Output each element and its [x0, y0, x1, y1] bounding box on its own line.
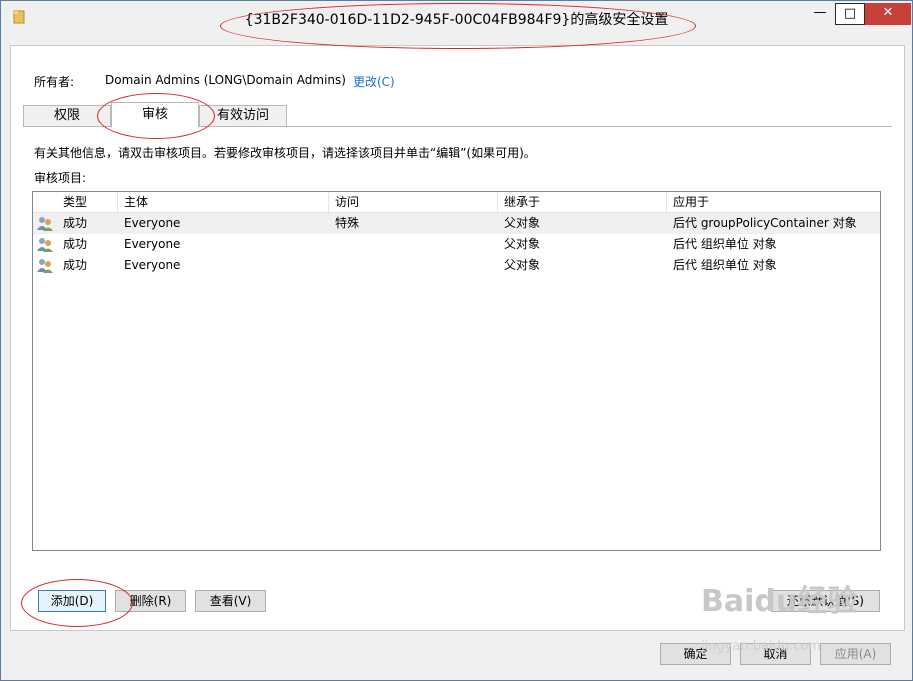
- cell-type: 成功: [63, 237, 88, 251]
- owner-value: Domain Admins (LONG\Domain Admins): [105, 73, 346, 87]
- add-button[interactable]: 添加(D): [38, 590, 106, 612]
- minimize-button[interactable]: —: [805, 3, 835, 25]
- users-icon: [37, 217, 53, 231]
- cell-type: 成功: [63, 258, 88, 272]
- table-row[interactable]: 成功 Everyone 父对象 后代 组织单位 对象: [33, 255, 880, 276]
- view-button[interactable]: 查看(V): [195, 590, 266, 612]
- column-header-applies-to[interactable]: 应用于: [667, 192, 880, 212]
- close-button[interactable]: ✕: [865, 3, 911, 25]
- remove-button[interactable]: 删除(R): [115, 590, 186, 612]
- column-header-access[interactable]: 访问: [329, 192, 498, 212]
- cell-applies-to: 后代 组织单位 对象: [673, 237, 777, 251]
- security-settings-window: {31B2F340-016D-11D2-945F-00C04FB984F9}的高…: [0, 0, 913, 681]
- cell-principal: Everyone: [124, 216, 181, 230]
- tab-effective-access[interactable]: 有效访问: [199, 105, 287, 127]
- cell-inherited-from: 父对象: [504, 258, 541, 272]
- audit-entries-label: 审核项目:: [34, 171, 87, 185]
- users-icon: [37, 238, 53, 252]
- cell-applies-to: 后代 groupPolicyContainer 对象: [673, 216, 857, 230]
- baidu-watermark-url: jingyan.baidu.com: [701, 639, 821, 654]
- audit-info-text: 有关其他信息，请双击审核项目。若要修改审核项目，请选择该项目并单击“编辑”(如果…: [34, 146, 536, 160]
- close-icon: ✕: [882, 5, 894, 20]
- maximize-icon: □: [843, 6, 857, 21]
- column-header-type[interactable]: 类型: [57, 192, 118, 212]
- cell-access: [329, 255, 498, 276]
- cell-inherited-from: 父对象: [504, 216, 541, 230]
- table-row[interactable]: 成功 Everyone 父对象 后代 组织单位 对象: [33, 234, 880, 255]
- cell-inherited-from: 父对象: [504, 237, 541, 251]
- window-title: {31B2F340-016D-11D2-945F-00C04FB984F9}的高…: [244, 12, 669, 28]
- column-header-inherited-from[interactable]: 继承于: [498, 192, 667, 212]
- maximize-button[interactable]: □: [835, 3, 865, 25]
- minimize-icon: —: [813, 5, 827, 20]
- apply-button[interactable]: 应用(A): [820, 643, 891, 665]
- column-header-principal[interactable]: 主体: [118, 192, 329, 212]
- cell-principal: Everyone: [124, 237, 181, 251]
- cell-access: 特殊: [335, 216, 360, 230]
- table-row[interactable]: 成功 Everyone 特殊 父对象 后代 groupPolicyContain…: [33, 213, 880, 234]
- cell-applies-to: 后代 组织单位 对象: [673, 258, 777, 272]
- cell-access: [329, 234, 498, 255]
- cell-type: 成功: [63, 216, 88, 230]
- tab-permissions[interactable]: 权限: [23, 105, 111, 127]
- owner-label: 所有者:: [34, 75, 75, 89]
- cell-principal: Everyone: [124, 258, 181, 272]
- title-bar[interactable]: {31B2F340-016D-11D2-945F-00C04FB984F9}的高…: [1, 1, 912, 35]
- users-icon: [37, 259, 53, 273]
- audit-entries-table[interactable]: 类型 主体 访问 继承于 应用于 成功 Everyone 特殊 父对象 后代 g…: [32, 191, 881, 551]
- baidu-watermark-logo: Baidu经验: [701, 584, 858, 619]
- table-header: 类型 主体 访问 继承于 应用于: [33, 192, 880, 213]
- change-owner-link[interactable]: 更改(C): [353, 73, 395, 90]
- tab-auditing[interactable]: 审核: [111, 102, 199, 128]
